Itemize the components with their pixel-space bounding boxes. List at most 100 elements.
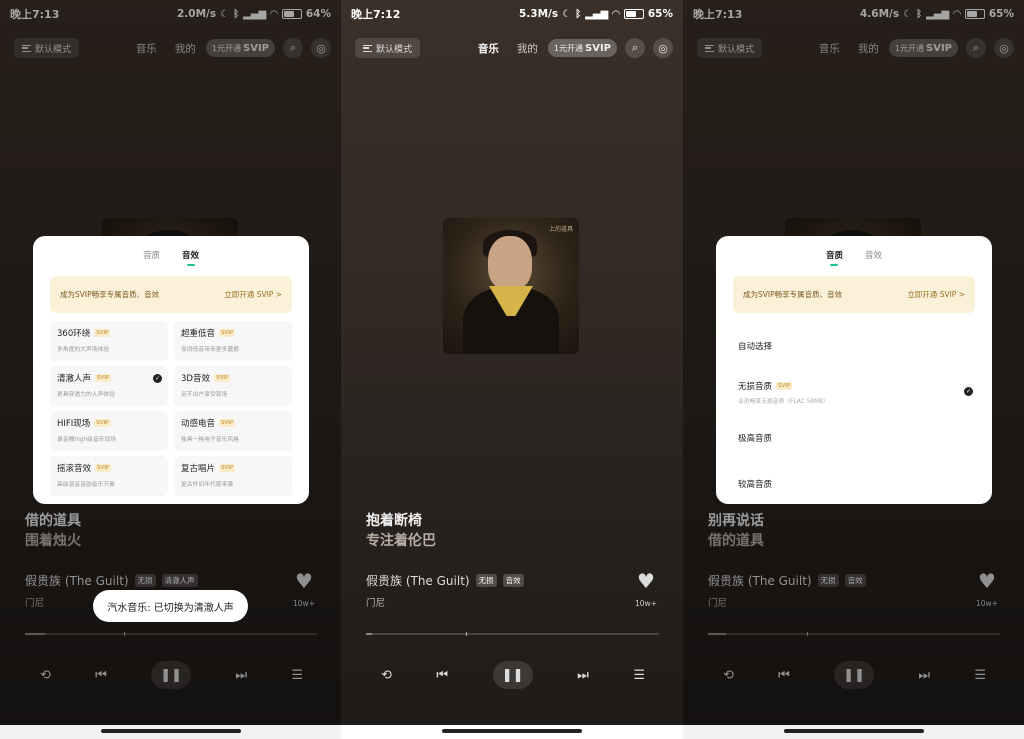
home-indicator[interactable]: [100, 729, 241, 733]
singer-name[interactable]: 门尼: [25, 595, 44, 609]
svip-small-label: 1元开通: [894, 43, 924, 53]
album-title[interactable]: 假贵族 (The Guilt): [366, 572, 470, 589]
quality-option-selected[interactable]: 无损音质 SVIP 会员畅享无损音质（FLAC 58MB） ✓: [733, 369, 975, 415]
progress-bar[interactable]: [366, 632, 659, 636]
tab-quality[interactable]: 音质: [826, 249, 843, 266]
search-icon[interactable]: ⌕: [625, 38, 645, 58]
quality-list: 自动选择 无损音质 SVIP 会员畅享无损音质（FLAC 58MB） ✓ 极高音质 较…: [733, 323, 975, 507]
like-button[interactable]: ♥ 10w+: [291, 571, 317, 610]
singer-name[interactable]: 门尼: [366, 595, 385, 609]
menu-icon: [705, 44, 714, 52]
pause-button[interactable]: ❚❚: [834, 661, 875, 689]
mode-button[interactable]: 默认模式: [14, 38, 80, 58]
search-icon[interactable]: ⌕: [283, 38, 303, 58]
like-count: 10w+: [976, 599, 998, 608]
tab-quality[interactable]: 音质: [143, 249, 160, 261]
tab-music[interactable]: 音乐: [478, 41, 499, 56]
settings-icon[interactable]: ◎: [994, 38, 1014, 58]
tab-effect[interactable]: 音效: [865, 249, 882, 261]
song-info: 假贵族 (The Guilt) 无损 音效: [708, 572, 866, 589]
effect-option[interactable]: 3D音效 SVIP 足不出户享受现场: [174, 366, 292, 406]
like-button[interactable]: ♥ 10w+: [974, 571, 1000, 610]
progress-bar[interactable]: [708, 632, 1000, 636]
svip-promo-banner[interactable]: 成为SVIP畅享专属音质、音效 立即开通 SVIP >: [733, 276, 975, 313]
tab-effect[interactable]: 音效: [182, 249, 199, 266]
pause-button[interactable]: ❚❚: [492, 661, 533, 689]
next-icon[interactable]: ⏭: [577, 668, 589, 683]
svip-big-label: SVIP: [926, 42, 952, 54]
quality-option[interactable]: 较高音质: [733, 461, 975, 507]
wifi-icon: ◠: [953, 8, 961, 20]
tab-mine[interactable]: 我的: [175, 41, 196, 56]
effect-option[interactable]: 动感电音 SVIP 独具一格电子音乐风格: [174, 411, 292, 451]
effect-name: 动感电音: [181, 419, 216, 429]
top-bar: 默认模式 音乐 我的 1元开通 SVIP ⌕ ◎: [697, 37, 1014, 59]
quality-tag[interactable]: 无损: [817, 574, 839, 587]
heart-icon: ♥: [295, 569, 313, 593]
album-cover[interactable]: 上的道具: [443, 218, 579, 354]
playlist-icon[interactable]: ☰: [974, 668, 986, 683]
effect-option[interactable]: 复古唱片 SVIP 复古怀旧年代感来袭: [174, 456, 292, 496]
like-button[interactable]: ♥ 10w+: [633, 571, 659, 610]
singer-name[interactable]: 门尼: [708, 595, 727, 609]
home-indicator[interactable]: [442, 729, 582, 733]
playlist-icon[interactable]: ☰: [291, 668, 303, 683]
effect-tag[interactable]: 音效: [844, 574, 866, 587]
battery-icon: [281, 9, 302, 19]
progress-bar[interactable]: [25, 632, 317, 636]
repeat-icon[interactable]: ⟲: [40, 668, 51, 683]
moon-icon: ☾: [220, 8, 230, 20]
album-title[interactable]: 假贵族 (The Guilt): [708, 572, 812, 589]
effect-option[interactable]: 超重低音 SVIP 澎湃低音带来更多震撼: [174, 321, 292, 361]
quality-tag[interactable]: 无损: [475, 574, 497, 587]
lyric-line-next: 围着烛火: [25, 533, 81, 549]
quality-name: 无损音质: [738, 381, 773, 392]
mode-button[interactable]: 默认模式: [697, 38, 763, 58]
effect-tag[interactable]: 清澈人声: [161, 574, 198, 587]
quality-option[interactable]: 自动选择: [733, 323, 975, 369]
svip-badge: SVIP: [95, 374, 112, 382]
lyric-line-next: 借的道具: [708, 533, 764, 549]
settings-icon[interactable]: ◎: [311, 38, 331, 58]
effect-option-selected[interactable]: 清澈人声 SVIP 更具穿透力的人声体验 ✓: [50, 366, 168, 406]
album-title[interactable]: 假贵族 (The Guilt): [25, 572, 129, 589]
svip-button[interactable]: 1元开通 SVIP: [547, 39, 617, 57]
repeat-icon[interactable]: ⟲: [381, 668, 392, 683]
previous-icon[interactable]: ⏮: [436, 668, 448, 683]
promo-action[interactable]: 立即开通 SVIP >: [224, 289, 282, 300]
mode-label: 默认模式: [376, 44, 413, 55]
bluetooth-icon: ᛒ: [916, 8, 923, 20]
tab-mine[interactable]: 我的: [517, 41, 538, 56]
next-icon[interactable]: ⏭: [918, 668, 930, 683]
quality-option[interactable]: 极高音质: [733, 415, 975, 461]
effect-tag[interactable]: 音效: [502, 574, 524, 587]
previous-icon[interactable]: ⏮: [778, 668, 790, 683]
effect-name: 360环绕: [57, 329, 91, 339]
playlist-icon[interactable]: ☰: [633, 668, 645, 683]
mode-label: 默认模式: [718, 44, 755, 55]
settings-icon[interactable]: ◎: [653, 38, 673, 58]
playback-controls: ⟲ ⏮ ❚❚ ⏭ ☰: [40, 660, 303, 690]
promo-action[interactable]: 立即开通 SVIP >: [907, 289, 965, 300]
moon-icon: ☾: [903, 8, 913, 20]
tab-music[interactable]: 音乐: [136, 41, 157, 56]
next-icon[interactable]: ⏭: [235, 668, 247, 683]
effect-desc: 独具一格电子音乐风格: [181, 437, 239, 443]
search-icon[interactable]: ⌕: [966, 38, 986, 58]
svip-button[interactable]: 1元开通 SVIP: [888, 39, 958, 57]
effect-option[interactable]: HIFI现场 SVIP 录音棚high级音乐现场: [50, 411, 168, 451]
home-indicator[interactable]: [783, 729, 924, 733]
svip-badge: SVIP: [94, 329, 111, 337]
previous-icon[interactable]: ⏮: [95, 668, 107, 683]
mode-button[interactable]: 默认模式: [355, 38, 421, 58]
effect-option[interactable]: 360环绕 SVIP 多角度的大声场体验: [50, 321, 168, 361]
phone-screen-left: 晚上7:13 2.0M/s ☾ ᛒ ▂▄▆ ◠ 64% 默认模式 音乐 我的 1…: [0, 0, 341, 739]
tab-mine[interactable]: 我的: [858, 41, 879, 56]
tab-music[interactable]: 音乐: [819, 41, 840, 56]
pause-button[interactable]: ❚❚: [151, 661, 192, 689]
svip-promo-banner[interactable]: 成为SVIP畅享专属音质、音效 立即开通 SVIP >: [50, 276, 292, 313]
svip-button[interactable]: 1元开通 SVIP: [205, 39, 275, 57]
effect-option[interactable]: 摇滚音效 SVIP 高级混音音韵音乐节奏: [50, 456, 168, 496]
quality-tag[interactable]: 无损: [134, 574, 156, 587]
repeat-icon[interactable]: ⟲: [723, 668, 734, 683]
